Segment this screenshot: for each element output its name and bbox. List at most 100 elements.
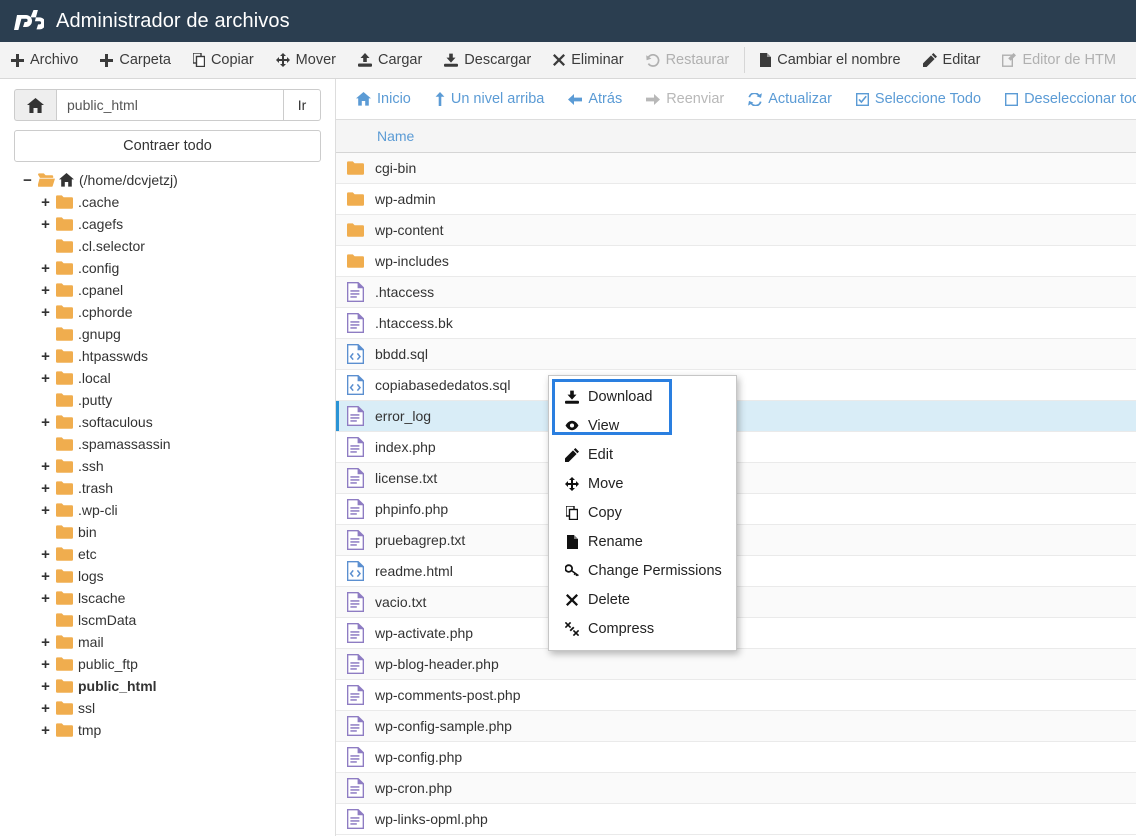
path-input[interactable]	[56, 89, 283, 121]
tree-node-label: .putty	[78, 392, 113, 408]
expand-icon[interactable]: +	[40, 635, 51, 650]
toolbar-new-file[interactable]: Archivo	[0, 42, 89, 78]
table-row[interactable]: .htaccess.bk	[336, 308, 1136, 339]
expand-icon[interactable]: +	[40, 657, 51, 672]
tree-node-ssh[interactable]: + .ssh	[14, 455, 321, 477]
context-menu: Download View Edit Move Copy Rename Change Per…	[548, 375, 737, 651]
expand-icon[interactable]: +	[40, 481, 51, 496]
expand-icon[interactable]: +	[40, 415, 51, 430]
toolbar-copy[interactable]: Copiar	[182, 42, 265, 78]
table-row[interactable]: wp-comments-post.php	[336, 680, 1136, 711]
ctx-download[interactable]: Download	[549, 382, 736, 411]
expand-icon[interactable]: +	[40, 195, 51, 210]
tree-node-lscache[interactable]: + lscache	[14, 587, 321, 609]
tree-node-wpcli[interactable]: + .wp-cli	[14, 499, 321, 521]
expand-icon[interactable]: +	[40, 283, 51, 298]
table-row[interactable]: wp-config-sample.php	[336, 711, 1136, 742]
expand-icon[interactable]: +	[40, 547, 51, 562]
expand-icon[interactable]: +	[40, 723, 51, 738]
tree-node-cache[interactable]: + .cache	[14, 191, 321, 213]
table-row[interactable]: cgi-bin	[336, 153, 1136, 184]
ctx-change-permissions[interactable]: Change Permissions	[549, 556, 736, 585]
table-row[interactable]: .htaccess	[336, 277, 1136, 308]
path-home-button[interactable]	[14, 89, 56, 121]
nav-home[interactable]: Inicio	[344, 80, 423, 118]
expand-icon[interactable]: +	[40, 459, 51, 474]
ctx-view[interactable]: View	[549, 411, 736, 440]
nav-select-all[interactable]: Seleccione Todo	[844, 80, 993, 118]
toolbar-new-folder[interactable]: Carpeta	[89, 42, 182, 78]
ctx-edit[interactable]: Edit	[549, 440, 736, 469]
tree-node-public_html[interactable]: + public_html	[14, 675, 321, 697]
html-edit-icon	[1002, 53, 1017, 67]
tree-node-spamassassin[interactable]: +.spamassassin	[14, 433, 321, 455]
tree-node-softaculous[interactable]: + .softaculous	[14, 411, 321, 433]
toolbar-upload-label: Cargar	[377, 52, 423, 68]
table-row[interactable]: wp-blog-header.php	[336, 649, 1136, 680]
ctx-compress[interactable]: Compress	[549, 614, 736, 643]
toolbar-upload[interactable]: Cargar	[347, 42, 433, 78]
tree-node-homedcvjetzj[interactable]: − (/home/dcvjetzj)	[14, 169, 321, 191]
ctx-delete[interactable]: Delete	[549, 585, 736, 614]
tree-node-config[interactable]: + .config	[14, 257, 321, 279]
table-row[interactable]: wp-config.php	[336, 742, 1136, 773]
toolbar-download[interactable]: Descargar	[433, 42, 542, 78]
tree-node-bin[interactable]: +bin	[14, 521, 321, 543]
table-row[interactable]: bbdd.sql	[336, 339, 1136, 370]
table-row[interactable]: wp-content	[336, 215, 1136, 246]
tree-node-mail[interactable]: + mail	[14, 631, 321, 653]
ctx-view-label: View	[588, 417, 620, 434]
ctx-rename[interactable]: Rename	[549, 527, 736, 556]
tree-node-trash[interactable]: + .trash	[14, 477, 321, 499]
code-icon	[347, 561, 375, 581]
tree-node-etc[interactable]: + etc	[14, 543, 321, 565]
tree-node-public_ftp[interactable]: + public_ftp	[14, 653, 321, 675]
collapse-icon[interactable]: −	[22, 173, 33, 188]
folder-icon	[56, 679, 73, 693]
column-header-name[interactable]: Name	[336, 128, 414, 144]
expand-icon[interactable]: +	[40, 305, 51, 320]
ctx-move[interactable]: Move	[549, 469, 736, 498]
toolbar-move[interactable]: Mover	[265, 42, 347, 78]
path-go-label: Ir	[297, 97, 307, 113]
toolbar-rename-label: Cambiar el nombre	[777, 52, 901, 68]
toolbar-delete[interactable]: Eliminar	[542, 42, 634, 78]
expand-icon[interactable]: +	[40, 371, 51, 386]
tree-node-cphorde[interactable]: + .cphorde	[14, 301, 321, 323]
tree-node-cagefs[interactable]: + .cagefs	[14, 213, 321, 235]
expand-icon[interactable]: +	[40, 349, 51, 364]
table-row[interactable]: wp-admin	[336, 184, 1136, 215]
tree-node-ssl[interactable]: + ssl	[14, 697, 321, 719]
tree-node-local[interactable]: + .local	[14, 367, 321, 389]
nav-reload[interactable]: Actualizar	[736, 80, 844, 118]
expand-icon[interactable]: +	[40, 217, 51, 232]
nav-deselect-all[interactable]: Deseleccionar todo	[993, 80, 1136, 118]
tree-node-cpanel[interactable]: + .cpanel	[14, 279, 321, 301]
file-name: wp-admin	[375, 191, 436, 207]
toolbar-rename[interactable]: Cambiar el nombre	[749, 42, 911, 78]
expand-icon[interactable]: +	[40, 701, 51, 716]
collapse-all-button[interactable]: Contraer todo	[14, 130, 321, 162]
expand-icon[interactable]: +	[40, 261, 51, 276]
path-go-button[interactable]: Ir	[283, 89, 321, 121]
document-icon	[347, 406, 375, 426]
expand-icon[interactable]: +	[40, 503, 51, 518]
nav-up-one-level[interactable]: Un nivel arriba	[423, 80, 557, 118]
tree-node-logs[interactable]: + logs	[14, 565, 321, 587]
tree-node-clselector[interactable]: +.cl.selector	[14, 235, 321, 257]
tree-node-htpasswds[interactable]: + .htpasswds	[14, 345, 321, 367]
expand-icon[interactable]: +	[40, 591, 51, 606]
table-row[interactable]: wp-includes	[336, 246, 1136, 277]
nav-back[interactable]: Atrás	[556, 80, 634, 118]
ctx-copy[interactable]: Copy	[549, 498, 736, 527]
tree-node-lscmData[interactable]: +lscmData	[14, 609, 321, 631]
toolbar-edit[interactable]: Editar	[912, 42, 992, 78]
tree-node-putty[interactable]: +.putty	[14, 389, 321, 411]
expand-icon[interactable]: +	[40, 569, 51, 584]
folder-icon	[347, 161, 375, 175]
table-row[interactable]: wp-cron.php	[336, 773, 1136, 804]
tree-node-tmp[interactable]: + tmp	[14, 719, 321, 741]
table-row[interactable]: wp-links-opml.php	[336, 804, 1136, 835]
tree-node-gnupg[interactable]: +.gnupg	[14, 323, 321, 345]
expand-icon[interactable]: +	[40, 679, 51, 694]
